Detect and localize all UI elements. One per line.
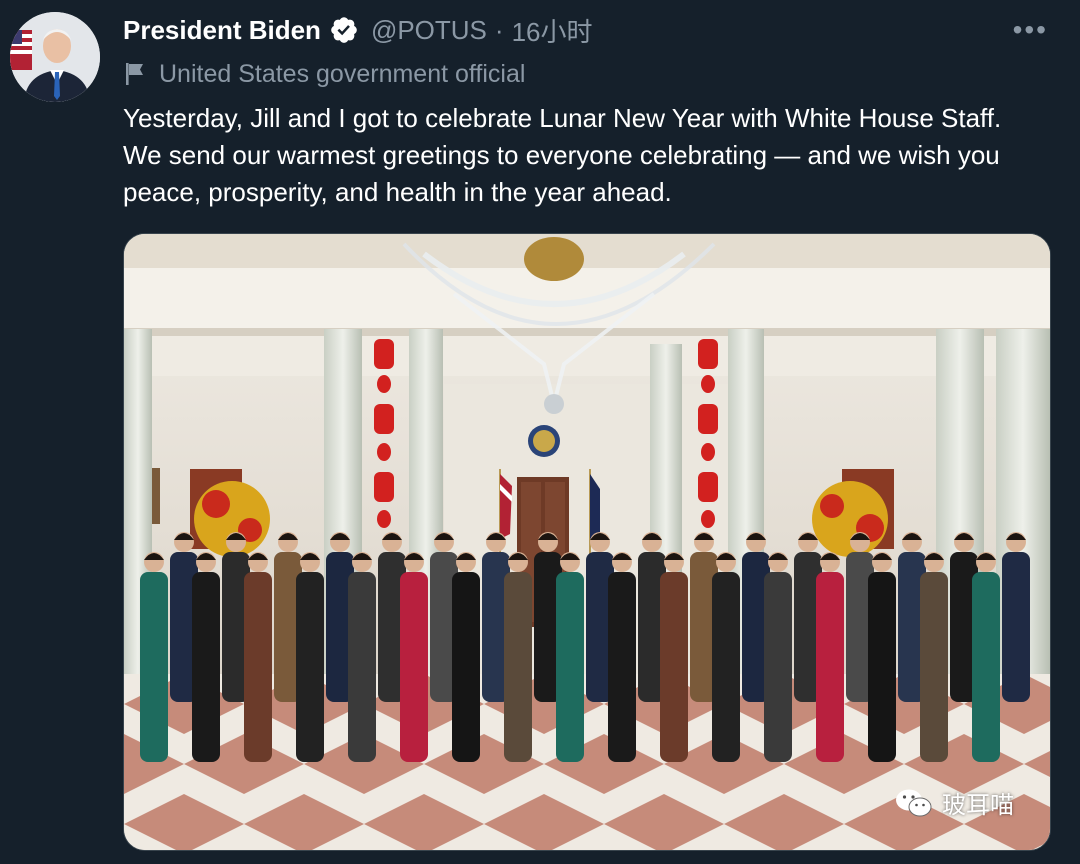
tweet-header: President Biden @POTUS · 16小时 bbox=[123, 12, 593, 48]
photo-person-body bbox=[972, 572, 1000, 762]
watermark: 玻耳喵 bbox=[894, 785, 1014, 820]
photo-image bbox=[124, 234, 1050, 850]
photo-person-body bbox=[660, 572, 688, 762]
photo-person-body bbox=[816, 572, 844, 762]
tweet-photo[interactable]: 玻耳喵 bbox=[123, 233, 1051, 851]
flag-icon bbox=[123, 61, 147, 87]
separator-dot: · bbox=[494, 14, 504, 45]
photo-person-body bbox=[192, 572, 220, 762]
tweet-timestamp[interactable]: 16小时 bbox=[512, 12, 593, 49]
photo-person-body bbox=[244, 572, 272, 762]
photo-person-body bbox=[764, 572, 792, 762]
wechat-icon bbox=[894, 787, 934, 819]
photo-person-body bbox=[920, 572, 948, 762]
verified-badge-icon bbox=[329, 15, 359, 45]
watermark-text: 玻耳喵 bbox=[942, 792, 1014, 819]
author-name[interactable]: President Biden bbox=[123, 15, 321, 46]
photo-person-body bbox=[608, 572, 636, 762]
account-label-text: United States government official bbox=[159, 59, 526, 88]
photo-person-body bbox=[556, 572, 584, 762]
tweet-text: Yesterday, Jill and I got to celebrate L… bbox=[123, 103, 1002, 207]
avatar-image bbox=[10, 12, 100, 102]
author-handle[interactable]: @POTUS bbox=[371, 15, 487, 46]
photo-person-body bbox=[348, 572, 376, 762]
photo-person-body bbox=[1002, 552, 1030, 702]
account-label[interactable]: United States government official bbox=[123, 57, 525, 91]
photo-person-body bbox=[712, 572, 740, 762]
author-avatar[interactable] bbox=[10, 12, 100, 102]
photo-person-body bbox=[868, 572, 896, 762]
photo-person-body bbox=[400, 572, 428, 762]
more-options-icon[interactable]: ••• bbox=[1013, 16, 1048, 44]
photo-person-body bbox=[504, 572, 532, 762]
photo-person-body bbox=[452, 572, 480, 762]
photo-person-body bbox=[296, 572, 324, 762]
photo-person-body bbox=[140, 572, 168, 762]
